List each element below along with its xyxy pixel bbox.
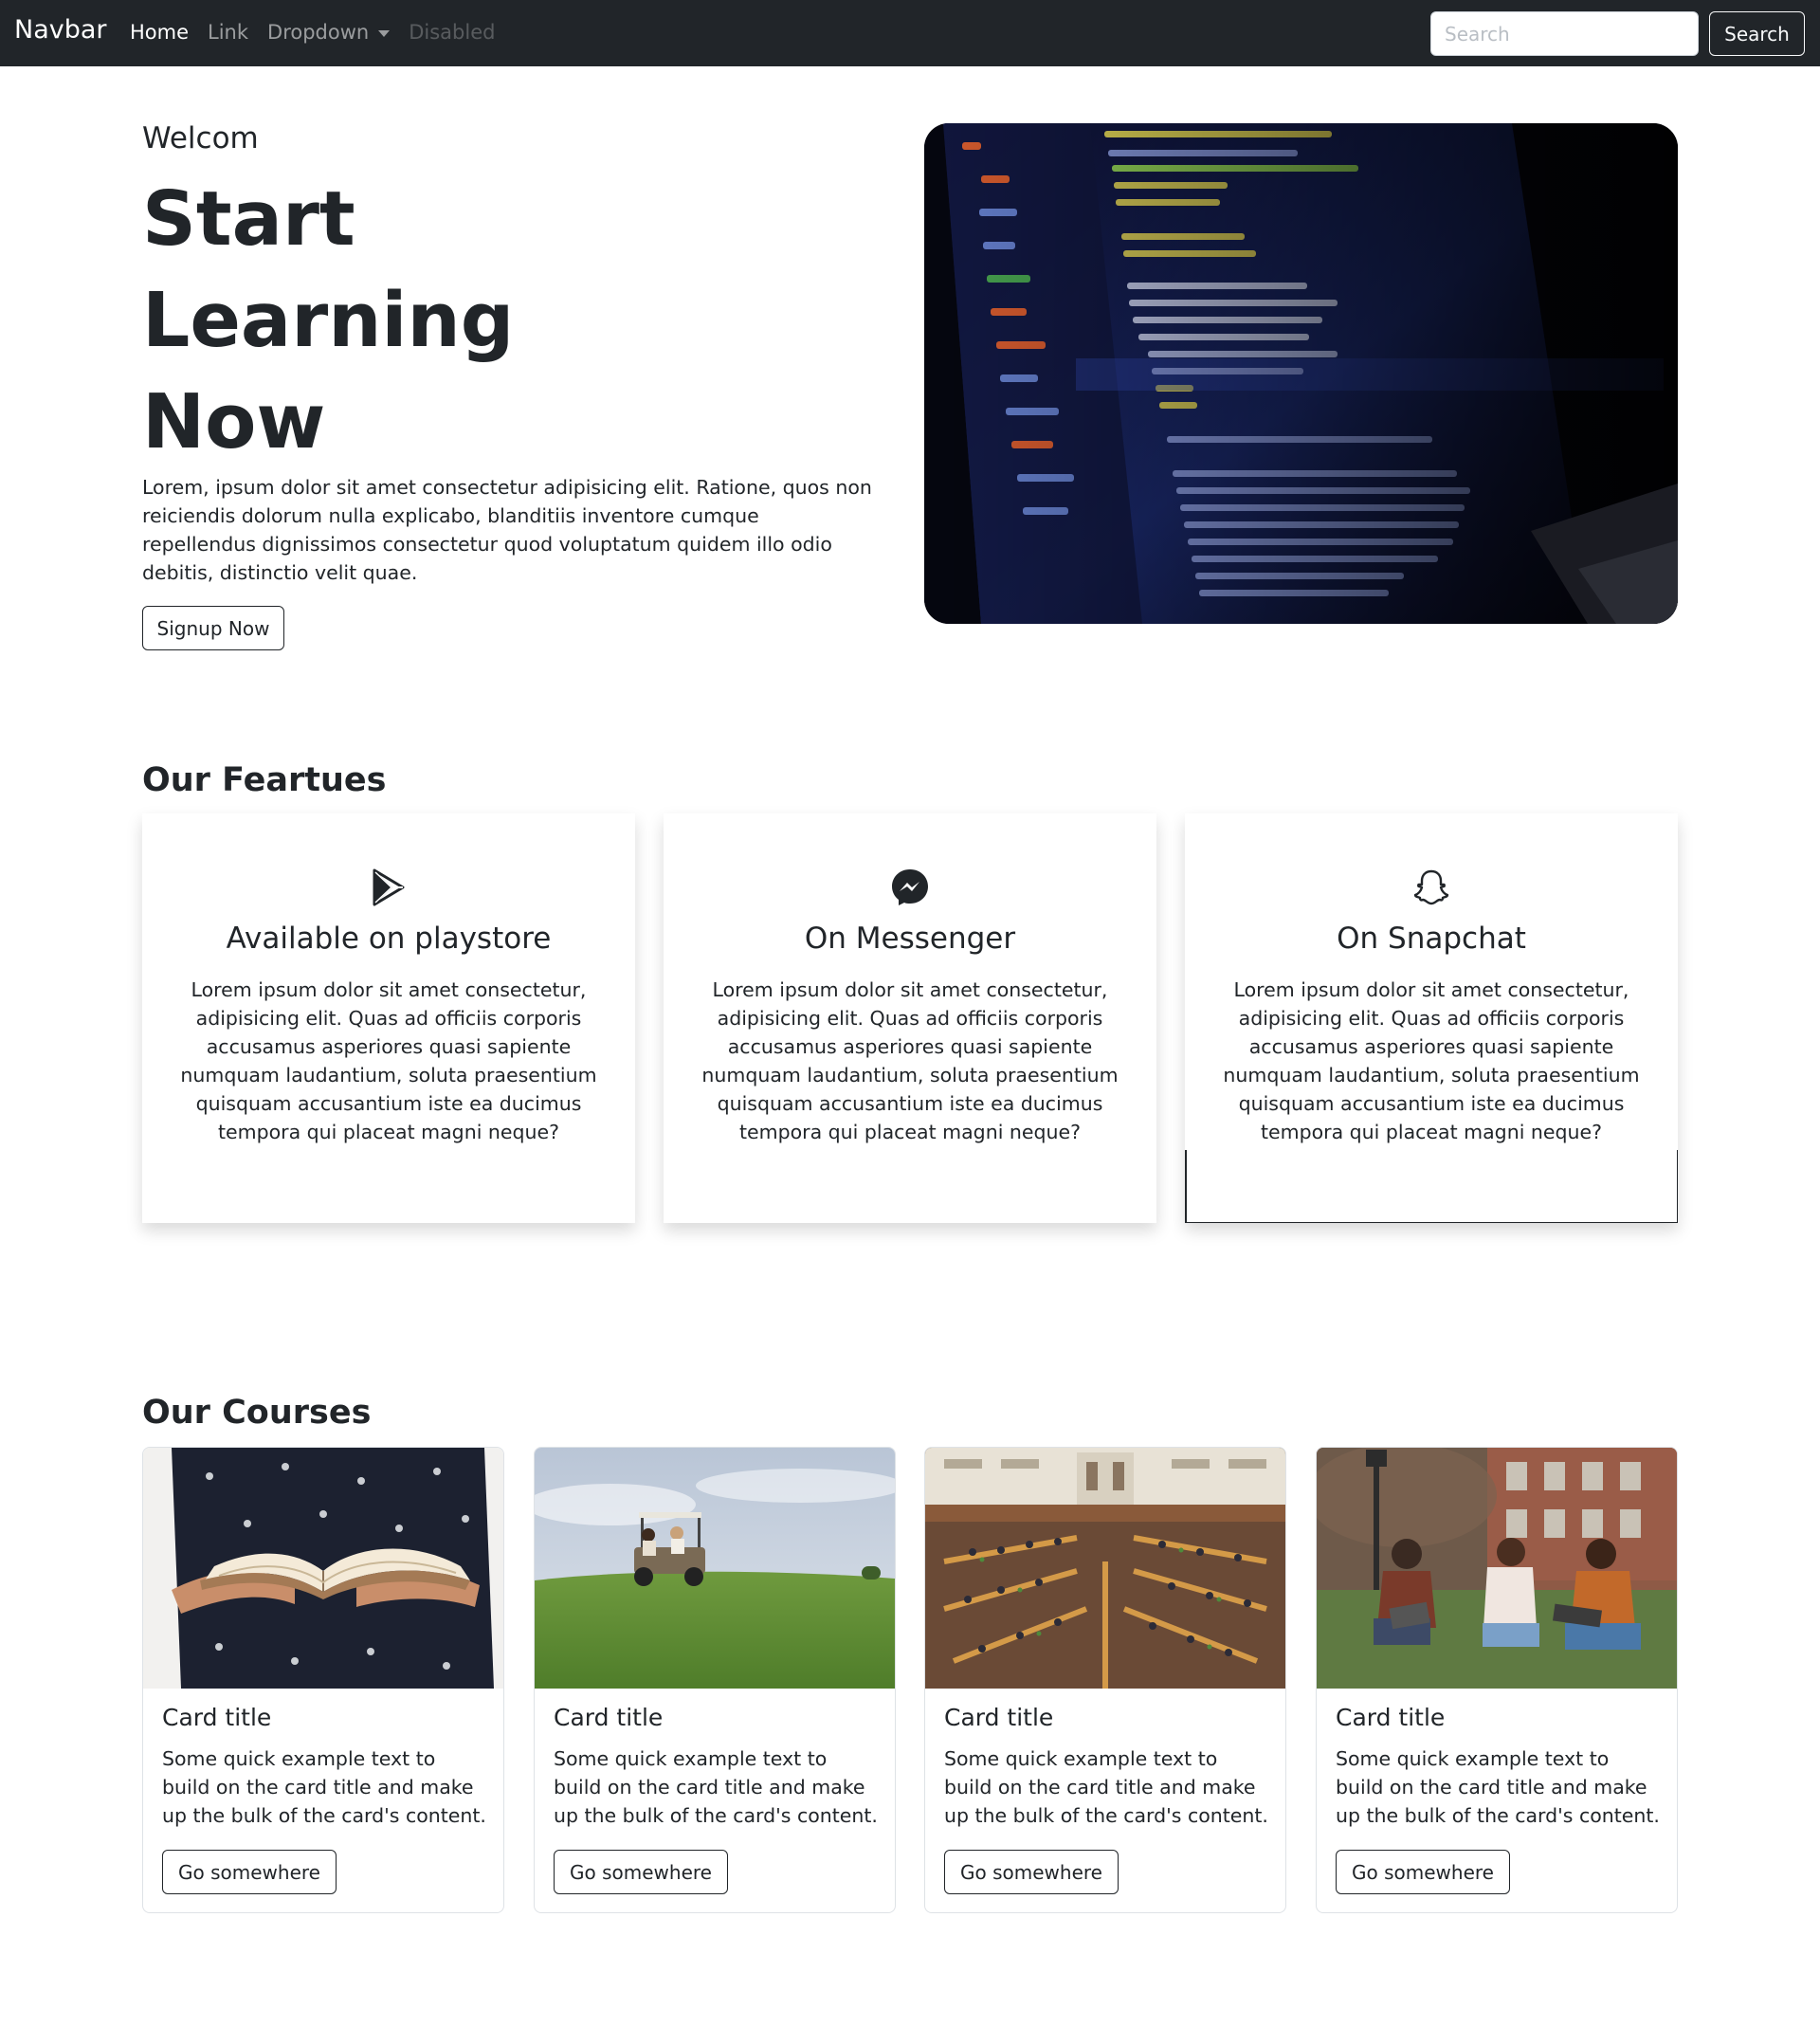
caret-down-icon bbox=[378, 29, 391, 37]
hero-kicker: Welcom bbox=[142, 121, 259, 155]
nav-dropdown-label: Dropdown bbox=[267, 21, 370, 44]
navbar-brand[interactable]: Navbar bbox=[14, 15, 107, 45]
hero-text: Lorem, ipsum dolor sit amet consectetur … bbox=[142, 476, 872, 584]
card-title: Card title bbox=[554, 1704, 664, 1731]
hero-title-line: Now bbox=[142, 378, 326, 466]
hero-title-line: Learning bbox=[142, 277, 515, 364]
card-title: Card title bbox=[944, 1704, 1054, 1731]
go-somewhere-button[interactable]: Go somewhere bbox=[1336, 1850, 1510, 1894]
go-somewhere-button[interactable]: Go somewhere bbox=[944, 1850, 1119, 1894]
nav-link-home[interactable]: Home bbox=[130, 21, 189, 44]
card-title: Card title bbox=[162, 1704, 272, 1731]
go-somewhere-button[interactable]: Go somewhere bbox=[162, 1850, 337, 1894]
feature-heading: On Snapchat bbox=[1337, 922, 1526, 956]
card-edge bbox=[1676, 1150, 1678, 1223]
feature-text: Lorem ipsum dolor sit amet consectetur, … bbox=[180, 978, 597, 1143]
card-text: Some quick example text to build on the … bbox=[944, 1747, 1268, 1827]
feature-card-playstore: Available on playstore Lorem ipsum dolor… bbox=[142, 813, 635, 1223]
feature-text: Lorem ipsum dolor sit amet consectetur, … bbox=[1223, 978, 1640, 1143]
search-button[interactable]: Search bbox=[1709, 11, 1805, 56]
card-text: Some quick example text to build on the … bbox=[1336, 1747, 1660, 1827]
library-reading-room-photo bbox=[925, 1448, 1285, 1689]
navbar: Navbar Home Link Dropdown Disabled Searc… bbox=[0, 0, 1820, 66]
students-studying-outdoors-photo bbox=[1317, 1448, 1677, 1689]
course-card: Card title Some quick example text to bu… bbox=[142, 1447, 504, 1913]
google-play-icon bbox=[142, 868, 635, 908]
feature-card-snapchat: On Snapchat Lorem ipsum dolor sit amet c… bbox=[1185, 813, 1678, 1223]
hero-image bbox=[924, 123, 1678, 624]
course-card: Card title Some quick example text to bu… bbox=[1316, 1447, 1678, 1913]
signup-button[interactable]: Signup Now bbox=[142, 606, 284, 650]
search-input[interactable] bbox=[1430, 11, 1699, 56]
card-text: Some quick example text to build on the … bbox=[554, 1747, 878, 1827]
features-title: Our Feartues bbox=[142, 761, 387, 799]
card-title: Card title bbox=[1336, 1704, 1446, 1731]
nav-links: Home Link Dropdown Disabled bbox=[130, 21, 495, 44]
feature-text: Lorem ipsum dolor sit amet consectetur, … bbox=[701, 978, 1119, 1143]
feature-card-messenger: On Messenger Lorem ipsum dolor sit amet … bbox=[664, 813, 1156, 1223]
nav-dropdown[interactable]: Dropdown bbox=[267, 21, 391, 44]
hero-title-line: Start bbox=[142, 175, 355, 263]
nav-link-disabled: Disabled bbox=[409, 21, 496, 44]
course-card: Card title Some quick example text to bu… bbox=[924, 1447, 1286, 1913]
feature-heading: Available on playstore bbox=[226, 922, 552, 956]
card-text: Some quick example text to build on the … bbox=[162, 1747, 486, 1827]
feature-heading: On Messenger bbox=[804, 922, 1016, 956]
card-edge bbox=[1185, 1150, 1187, 1223]
book-in-hands-photo bbox=[143, 1448, 503, 1689]
laptop-code-photo bbox=[924, 123, 1678, 624]
hero-title: Start Learning Now bbox=[142, 169, 711, 473]
go-somewhere-button[interactable]: Go somewhere bbox=[554, 1850, 728, 1894]
courses-title: Our Courses bbox=[142, 1394, 372, 1432]
golf-cart-on-grass-photo bbox=[535, 1448, 895, 1689]
course-card: Card title Some quick example text to bu… bbox=[534, 1447, 896, 1913]
messenger-icon bbox=[664, 868, 1156, 908]
nav-link-link[interactable]: Link bbox=[208, 21, 248, 44]
snapchat-icon bbox=[1185, 868, 1678, 908]
